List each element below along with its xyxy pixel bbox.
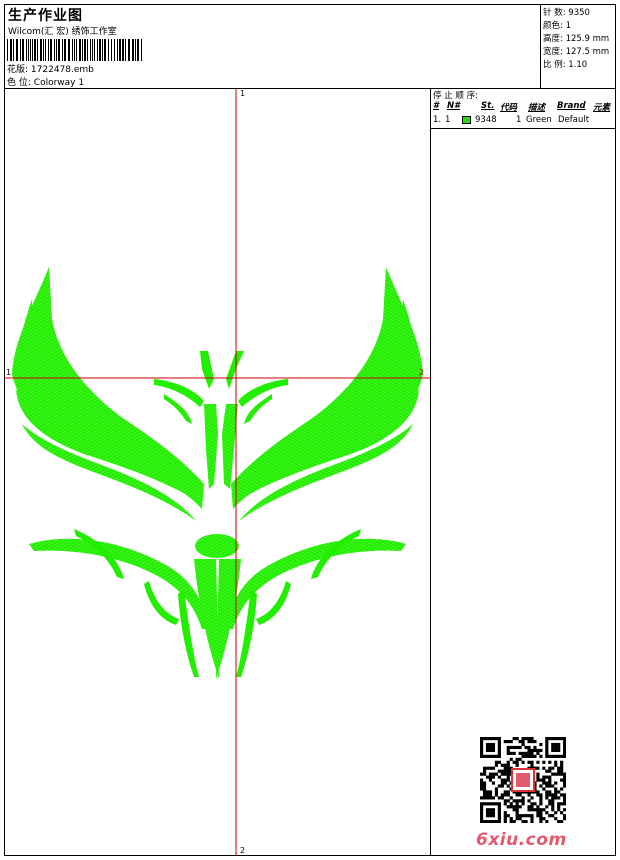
axis-label-bottom: 2 <box>240 846 246 855</box>
col-code: 代码 <box>500 103 518 113</box>
design-canvas: 1 2 1 2 <box>4 89 431 856</box>
colorway-value: Colorway 1 <box>33 78 85 88</box>
col-index: # <box>433 101 439 111</box>
stat-stitches: 针 数: 9350 <box>543 8 590 18</box>
stat-colors: 颜色: 1 <box>543 21 571 31</box>
colorway-label: 色 位: <box>7 78 31 88</box>
stop-sequence-panel: 停 止 顺 序: # N# St. 代码 描述 Brand 元素 1. 1 93… <box>431 89 616 129</box>
stats-panel: 针 数: 9350 颜色: 1 高度: 125.9 mm 宽度: 127.5 m… <box>541 4 616 89</box>
stat-scale: 比 例: 1.10 <box>543 60 588 70</box>
axis-label-top: 1 <box>240 89 246 98</box>
barcode <box>7 39 142 61</box>
col-description: 描述 <box>528 103 546 113</box>
embroidery-preview <box>4 89 431 856</box>
col-stitches: St. <box>481 101 495 111</box>
axis-label-right: 2 <box>419 368 425 377</box>
thread-color-swatch <box>462 116 471 124</box>
stop-sequence-title: 停 止 顺 序: <box>433 91 478 101</box>
qr-code <box>480 737 567 827</box>
design-label: 花版: <box>7 65 29 75</box>
stat-height: 高度: 125.9 mm <box>543 34 610 44</box>
design-file: 花版: 1722478.emb <box>7 62 94 75</box>
design-value: 1722478.emb <box>30 65 94 75</box>
studio-name: Wilcom(汇 宏) 绣饰工作室 <box>8 27 117 37</box>
col-needle: N# <box>447 101 461 111</box>
phoenix-emblem <box>12 267 423 679</box>
axis-label-left: 1 <box>6 368 12 377</box>
stop-sequence-header: # N# St. 代码 描述 Brand 元素 <box>433 101 615 113</box>
stat-width: 宽度: 127.5 mm <box>543 47 610 57</box>
colorway: 色 位: Colorway 1 <box>7 75 84 88</box>
col-elements: 元素 <box>593 103 611 113</box>
stop-sequence-row: 1. 1 9348 1 Green Default <box>433 115 590 125</box>
col-brand: Brand <box>557 101 586 111</box>
page-title: 生产作业图 <box>8 8 83 24</box>
watermark-logo: 6xiu.com <box>476 830 567 850</box>
header-panel: 生产作业图 Wilcom(汇 宏) 绣饰工作室 花版: 1722478.emb … <box>4 4 541 89</box>
